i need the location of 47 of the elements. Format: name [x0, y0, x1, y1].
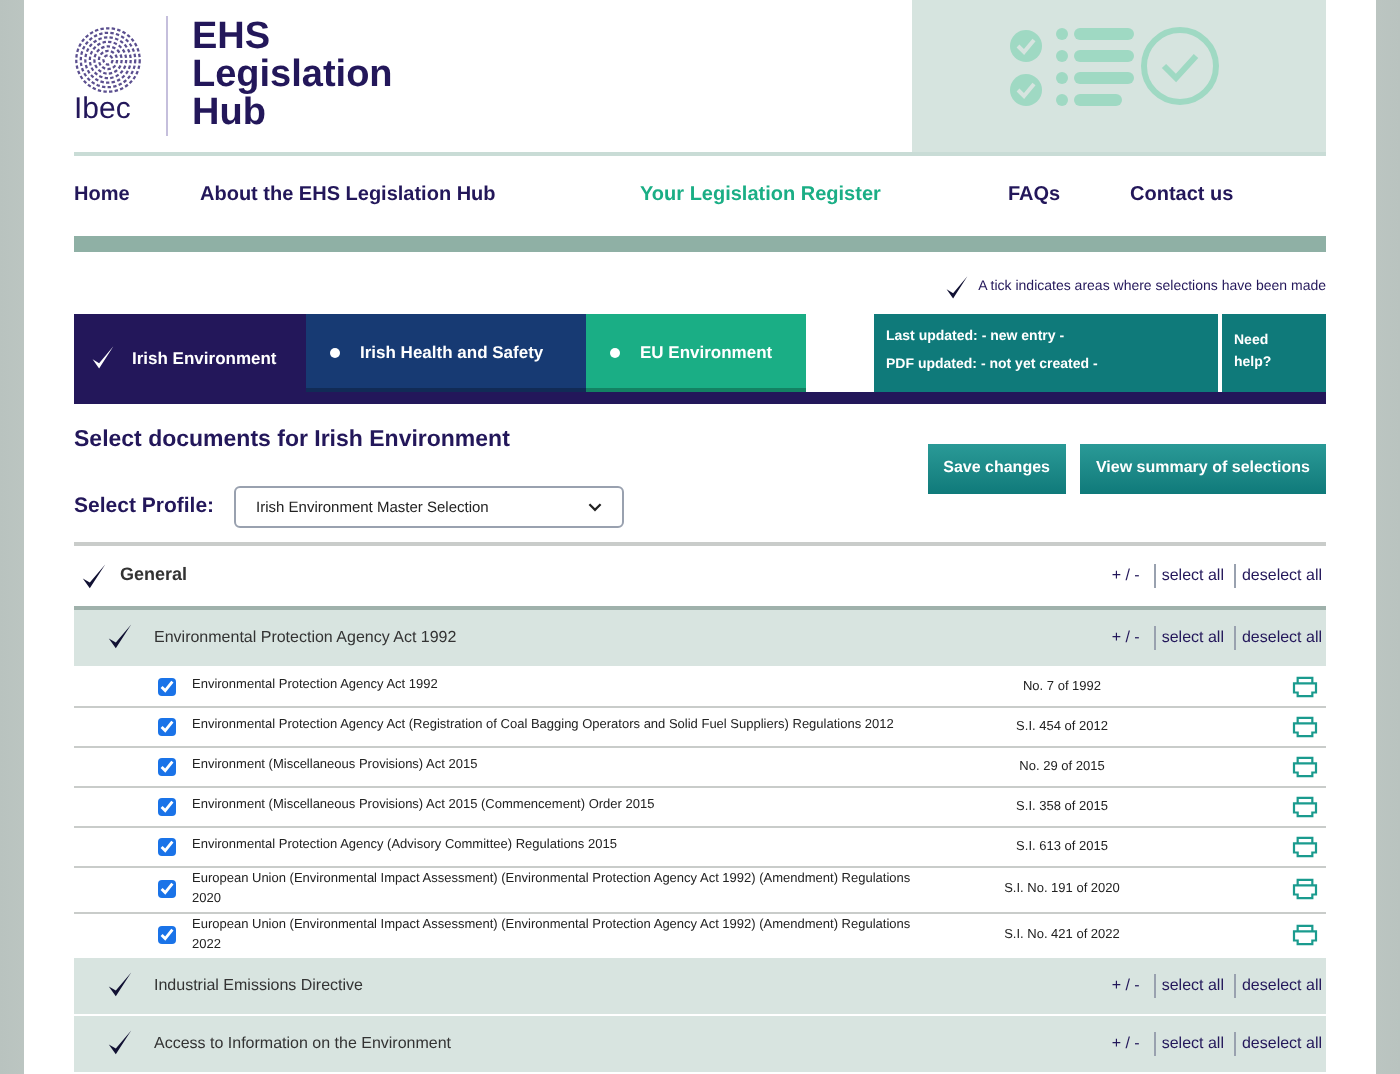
document-checkbox[interactable] — [158, 837, 176, 856]
deselect-all-link[interactable]: deselect all — [1233, 625, 1322, 650]
expand-toggle-link[interactable]: + / - — [1111, 1031, 1146, 1056]
document-checkbox[interactable] — [158, 757, 176, 776]
nav-link[interactable]: Home — [74, 180, 200, 211]
site-title: EHS Legislation Hub — [192, 18, 393, 133]
printer-icon[interactable] — [1292, 878, 1318, 901]
printer-icon[interactable] — [1292, 835, 1318, 858]
deselect-all-link[interactable]: deselect all — [1233, 1031, 1322, 1056]
profile-label: Select Profile: — [74, 491, 215, 522]
expand-toggle-link[interactable]: + / - — [1111, 973, 1146, 998]
group-title: Access to Information on the Environment — [154, 1031, 452, 1056]
select-all-link[interactable]: select all — [1153, 625, 1226, 650]
printer-icon[interactable] — [1292, 715, 1318, 738]
chevron-down-icon — [588, 502, 603, 513]
page-heading: Select documents for Irish Environment — [74, 425, 512, 456]
document-checkbox[interactable] — [158, 677, 176, 696]
document-checkbox[interactable] — [158, 880, 176, 899]
document-checkbox[interactable] — [158, 926, 176, 945]
printer-icon[interactable] — [1292, 795, 1318, 818]
expand-toggle-link[interactable]: + / - — [1111, 564, 1146, 588]
group-header[interactable]: Access to Information on the Environment + / - select all deselect all — [74, 1015, 1326, 1074]
group-title: Industrial Emissions Directive — [154, 973, 363, 998]
category-tab[interactable]: Irish Health and Safety — [306, 313, 586, 392]
tick-icon — [944, 273, 971, 302]
fingerprint-logo-icon — [74, 26, 142, 95]
group-title: Environmental Protection Agency Act 1992 — [154, 625, 457, 650]
printer-icon[interactable] — [1292, 924, 1318, 947]
action-button[interactable]: View summary of selections — [1079, 443, 1326, 494]
document-checkbox[interactable] — [158, 717, 176, 736]
select-all-link[interactable]: select all — [1153, 1031, 1226, 1056]
nav-link[interactable]: FAQs — [1008, 180, 1130, 211]
select-all-link[interactable]: select all — [1153, 973, 1226, 998]
expand-toggle-link[interactable]: + / - — [1111, 625, 1146, 650]
deselect-all-link[interactable]: deselect all — [1233, 564, 1322, 588]
select-all-link[interactable]: select all — [1153, 564, 1226, 588]
group-header[interactable]: Environmental Protection Agency Act 1992 + / - select all deselect all — [74, 609, 1326, 668]
logo-text: Ibec — [74, 94, 131, 125]
nav-link[interactable]: About the EHS Legislation Hub — [200, 180, 640, 211]
section-title: General — [120, 562, 188, 589]
document-checkbox[interactable] — [158, 797, 176, 816]
printer-icon[interactable] — [1292, 675, 1318, 698]
nav-link[interactable]: Contact us — [1130, 180, 1234, 211]
action-button[interactable]: Save changes — [927, 443, 1066, 494]
deselect-all-link[interactable]: deselect all — [1233, 973, 1322, 998]
printer-icon[interactable] — [1292, 755, 1318, 778]
group-header[interactable]: Industrial Emissions Directive + / - select all deselect all — [74, 957, 1326, 1016]
